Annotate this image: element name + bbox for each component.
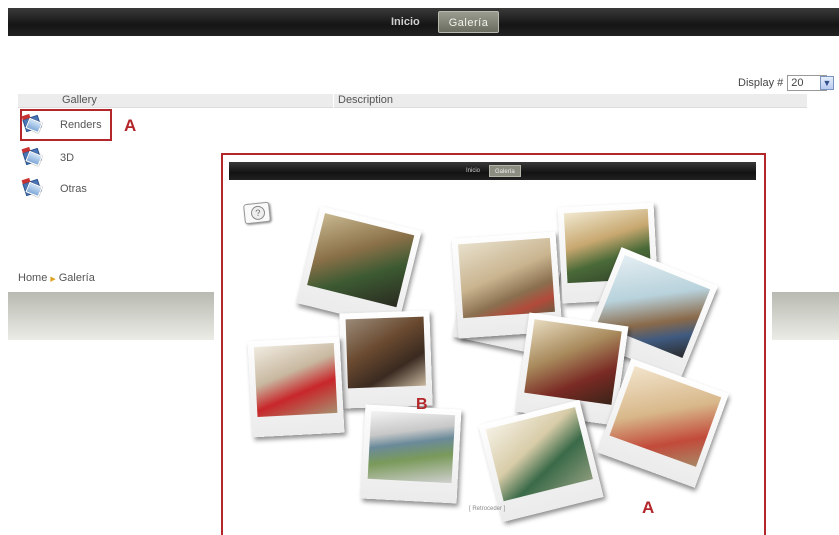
annotation-box-renders (20, 109, 112, 141)
display-label: Display # (738, 77, 784, 89)
column-header-description: Description (338, 94, 394, 106)
chevron-down-icon[interactable]: ▼ (820, 76, 834, 90)
gallery-item-label[interactable]: Otras (60, 183, 87, 195)
breadcrumb-current: Galería (58, 272, 95, 284)
breadcrumb-home[interactable]: Home (18, 272, 47, 284)
column-divider (333, 94, 334, 108)
decorative-band (8, 292, 214, 340)
nav-item-inicio[interactable]: Inicio (381, 11, 430, 33)
breadcrumb: Home ▶ Galería (18, 272, 95, 284)
gallery-item-otras[interactable]: Otras (20, 177, 87, 201)
back-link[interactable]: [ Retroceder ] (469, 506, 505, 512)
gallery-item-label[interactable]: 3D (60, 152, 74, 164)
annotation-label-a: A (124, 116, 137, 135)
nav-item-galeria[interactable]: Galería (437, 11, 500, 33)
photo-album-icon (20, 177, 44, 199)
preview-nav-galeria[interactable]: Galería (489, 165, 521, 177)
chevron-right-icon: ▶ (50, 276, 56, 283)
main-nav: Inicio Galería (381, 11, 500, 33)
photo-thumbnail[interactable] (339, 310, 433, 409)
preview-nav: Inicio Galería (461, 165, 521, 177)
gallery-table-header: Gallery Description (18, 94, 807, 108)
annotation-label-a: A (642, 498, 655, 517)
help-icon[interactable]: ? (243, 201, 271, 225)
preview-nav-inicio[interactable]: Inicio (461, 165, 485, 177)
gallery-preview-frame: Inicio Galería ? B [ Retroceder ] A (221, 153, 766, 535)
photo-thumbnail[interactable] (247, 336, 345, 438)
display-count-control: Display # 20 (738, 75, 828, 91)
photo-album-icon (20, 146, 44, 168)
annotation-label-b: B (416, 396, 428, 413)
column-header-gallery: Gallery (62, 94, 97, 106)
top-navigation-bar: Inicio Galería (8, 8, 839, 36)
photo-thumbnail[interactable] (360, 404, 462, 504)
preview-navigation-bar: Inicio Galería (229, 162, 756, 180)
decorative-band (772, 292, 839, 340)
gallery-item-3d[interactable]: 3D (20, 146, 74, 170)
photo-thumbnail[interactable] (296, 205, 422, 329)
